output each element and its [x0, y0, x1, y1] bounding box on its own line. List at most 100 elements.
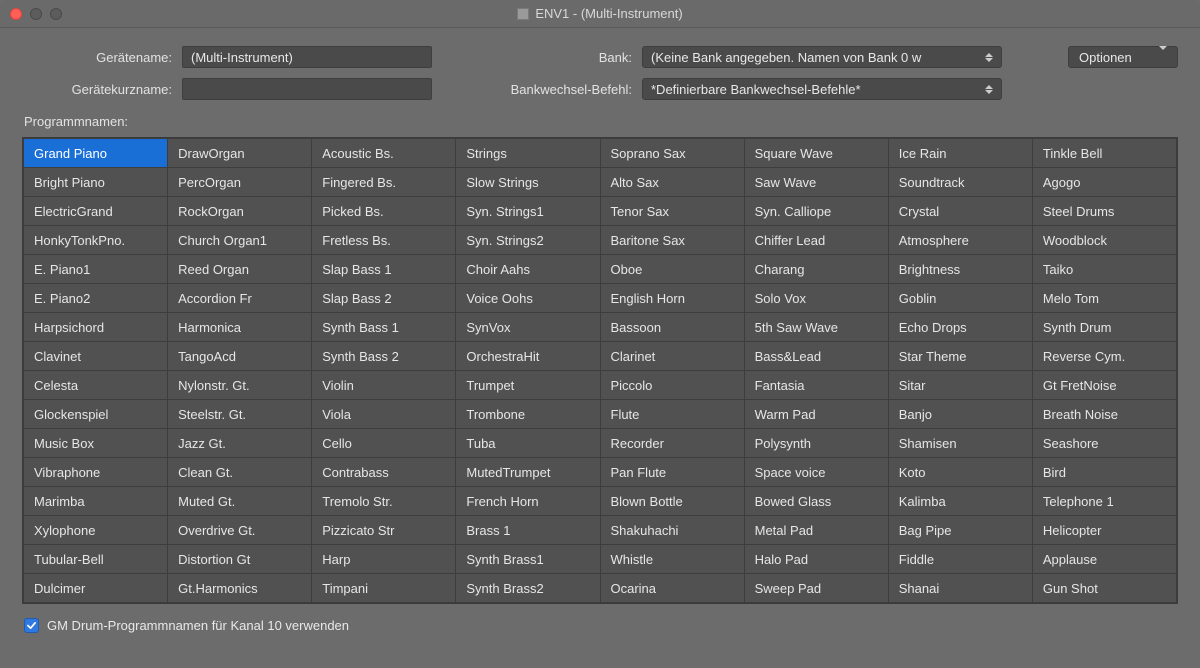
- program-cell[interactable]: Steelstr. Gt.: [168, 400, 311, 428]
- program-cell[interactable]: Reverse Cym.: [1033, 342, 1176, 370]
- options-button[interactable]: Optionen: [1068, 46, 1178, 68]
- program-cell[interactable]: Harp: [312, 545, 455, 573]
- program-cell[interactable]: Whistle: [601, 545, 744, 573]
- program-cell[interactable]: Tinkle Bell: [1033, 139, 1176, 167]
- program-cell[interactable]: Steel Drums: [1033, 197, 1176, 225]
- program-cell[interactable]: Star Theme: [889, 342, 1032, 370]
- program-cell[interactable]: Trombone: [456, 400, 599, 428]
- program-cell[interactable]: Synth Bass 1: [312, 313, 455, 341]
- program-cell[interactable]: Viola: [312, 400, 455, 428]
- program-cell[interactable]: Grand Piano: [24, 139, 167, 167]
- program-cell[interactable]: Syn. Strings2: [456, 226, 599, 254]
- program-cell[interactable]: Glockenspiel: [24, 400, 167, 428]
- program-cell[interactable]: Helicopter: [1033, 516, 1176, 544]
- program-cell[interactable]: Alto Sax: [601, 168, 744, 196]
- gm-checkbox[interactable]: [24, 618, 39, 633]
- program-cell[interactable]: Echo Drops: [889, 313, 1032, 341]
- program-cell[interactable]: Tenor Sax: [601, 197, 744, 225]
- program-cell[interactable]: Tuba: [456, 429, 599, 457]
- program-cell[interactable]: Piccolo: [601, 371, 744, 399]
- program-cell[interactable]: Clean Gt.: [168, 458, 311, 486]
- program-cell[interactable]: Brightness: [889, 255, 1032, 283]
- program-cell[interactable]: Pan Flute: [601, 458, 744, 486]
- program-cell[interactable]: Violin: [312, 371, 455, 399]
- program-cell[interactable]: Oboe: [601, 255, 744, 283]
- program-cell[interactable]: Koto: [889, 458, 1032, 486]
- program-cell[interactable]: Crystal: [889, 197, 1032, 225]
- program-cell[interactable]: Clarinet: [601, 342, 744, 370]
- program-cell[interactable]: Soprano Sax: [601, 139, 744, 167]
- device-short-input[interactable]: [182, 78, 432, 100]
- program-cell[interactable]: Bright Piano: [24, 168, 167, 196]
- device-name-input[interactable]: [182, 46, 432, 68]
- program-cell[interactable]: Breath Noise: [1033, 400, 1176, 428]
- program-cell[interactable]: Slap Bass 2: [312, 284, 455, 312]
- program-cell[interactable]: Synth Brass1: [456, 545, 599, 573]
- program-cell[interactable]: Shanai: [889, 574, 1032, 602]
- program-cell[interactable]: Music Box: [24, 429, 167, 457]
- program-cell[interactable]: Charang: [745, 255, 888, 283]
- program-cell[interactable]: Brass 1: [456, 516, 599, 544]
- program-cell[interactable]: HonkyTonkPno.: [24, 226, 167, 254]
- program-cell[interactable]: Melo Tom: [1033, 284, 1176, 312]
- program-cell[interactable]: Overdrive Gt.: [168, 516, 311, 544]
- program-cell[interactable]: Square Wave: [745, 139, 888, 167]
- program-cell[interactable]: PercOrgan: [168, 168, 311, 196]
- program-cell[interactable]: Picked Bs.: [312, 197, 455, 225]
- program-cell[interactable]: Synth Drum: [1033, 313, 1176, 341]
- maximize-icon[interactable]: [50, 8, 62, 20]
- program-cell[interactable]: Halo Pad: [745, 545, 888, 573]
- program-cell[interactable]: E. Piano1: [24, 255, 167, 283]
- program-cell[interactable]: Flute: [601, 400, 744, 428]
- program-cell[interactable]: Bass&Lead: [745, 342, 888, 370]
- program-cell[interactable]: Taiko: [1033, 255, 1176, 283]
- program-cell[interactable]: Muted Gt.: [168, 487, 311, 515]
- program-cell[interactable]: Gt FretNoise: [1033, 371, 1176, 399]
- program-cell[interactable]: Trumpet: [456, 371, 599, 399]
- program-cell[interactable]: Vibraphone: [24, 458, 167, 486]
- program-cell[interactable]: E. Piano2: [24, 284, 167, 312]
- program-cell[interactable]: Fingered Bs.: [312, 168, 455, 196]
- program-cell[interactable]: Church Organ1: [168, 226, 311, 254]
- program-cell[interactable]: Atmosphere: [889, 226, 1032, 254]
- program-cell[interactable]: Agogo: [1033, 168, 1176, 196]
- program-cell[interactable]: Fantasia: [745, 371, 888, 399]
- program-cell[interactable]: Timpani: [312, 574, 455, 602]
- program-cell[interactable]: Baritone Sax: [601, 226, 744, 254]
- program-cell[interactable]: 5th Saw Wave: [745, 313, 888, 341]
- program-cell[interactable]: Blown Bottle: [601, 487, 744, 515]
- bankchange-select[interactable]: *Definierbare Bankwechsel-Befehle*: [642, 78, 1002, 100]
- program-cell[interactable]: Soundtrack: [889, 168, 1032, 196]
- program-cell[interactable]: OrchestraHit: [456, 342, 599, 370]
- program-cell[interactable]: Sweep Pad: [745, 574, 888, 602]
- program-cell[interactable]: Distortion Gt: [168, 545, 311, 573]
- program-cell[interactable]: Pizzicato Str: [312, 516, 455, 544]
- program-cell[interactable]: Shakuhachi: [601, 516, 744, 544]
- program-cell[interactable]: SynVox: [456, 313, 599, 341]
- program-cell[interactable]: Tubular-Bell: [24, 545, 167, 573]
- program-cell[interactable]: Sitar: [889, 371, 1032, 399]
- program-cell[interactable]: Ocarina: [601, 574, 744, 602]
- program-cell[interactable]: ElectricGrand: [24, 197, 167, 225]
- program-cell[interactable]: Strings: [456, 139, 599, 167]
- program-cell[interactable]: Shamisen: [889, 429, 1032, 457]
- program-cell[interactable]: French Horn: [456, 487, 599, 515]
- program-cell[interactable]: Metal Pad: [745, 516, 888, 544]
- program-cell[interactable]: Acoustic Bs.: [312, 139, 455, 167]
- program-cell[interactable]: Space voice: [745, 458, 888, 486]
- program-cell[interactable]: Celesta: [24, 371, 167, 399]
- program-cell[interactable]: Tremolo Str.: [312, 487, 455, 515]
- program-cell[interactable]: Jazz Gt.: [168, 429, 311, 457]
- program-cell[interactable]: Contrabass: [312, 458, 455, 486]
- program-cell[interactable]: DrawOrgan: [168, 139, 311, 167]
- program-cell[interactable]: Fretless Bs.: [312, 226, 455, 254]
- program-cell[interactable]: Voice Oohs: [456, 284, 599, 312]
- program-cell[interactable]: Solo Vox: [745, 284, 888, 312]
- program-cell[interactable]: Ice Rain: [889, 139, 1032, 167]
- program-cell[interactable]: Banjo: [889, 400, 1032, 428]
- program-cell[interactable]: Accordion Fr: [168, 284, 311, 312]
- program-cell[interactable]: Reed Organ: [168, 255, 311, 283]
- program-cell[interactable]: Seashore: [1033, 429, 1176, 457]
- program-cell[interactable]: Harpsichord: [24, 313, 167, 341]
- program-cell[interactable]: Warm Pad: [745, 400, 888, 428]
